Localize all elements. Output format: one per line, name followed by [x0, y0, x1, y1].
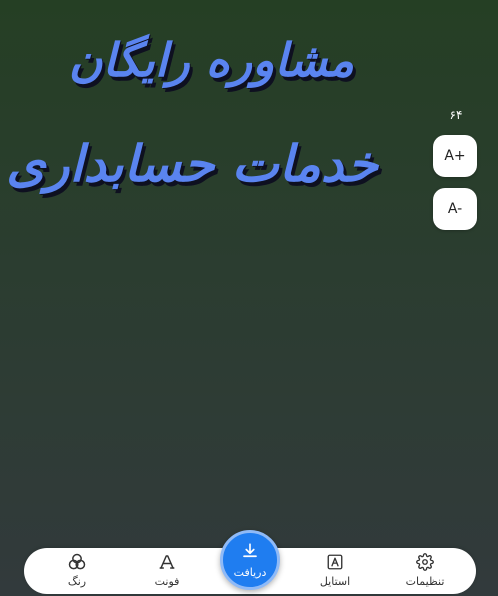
- headline-line-2[interactable]: خدمات حسابداری: [6, 128, 378, 200]
- style-icon: [325, 552, 345, 572]
- color-circles-icon: [67, 552, 87, 572]
- color-label: رنگ: [67, 575, 87, 588]
- download-icon: [241, 542, 259, 564]
- style-label: استایل: [319, 575, 351, 588]
- gear-icon: [415, 552, 435, 572]
- decrease-font-size-button[interactable]: A-: [433, 188, 477, 230]
- font-label: فونت: [154, 575, 180, 588]
- increase-font-size-button[interactable]: A+: [433, 135, 477, 177]
- download-button[interactable]: دریافت: [220, 530, 280, 590]
- font-icon: [157, 552, 177, 572]
- font-size-value: ۶۴: [449, 108, 463, 122]
- headline-line-1[interactable]: مشاوره رایگان: [69, 28, 354, 92]
- style-button[interactable]: استایل: [300, 552, 370, 592]
- design-canvas[interactable]: مشاوره رایگان خدمات حسابداری: [0, 0, 498, 596]
- settings-label: تنظیمات: [405, 575, 445, 588]
- font-button[interactable]: فونت: [132, 552, 202, 592]
- color-button[interactable]: رنگ: [42, 552, 112, 592]
- settings-button[interactable]: تنظیمات: [390, 552, 460, 592]
- download-label: دریافت: [233, 565, 267, 579]
